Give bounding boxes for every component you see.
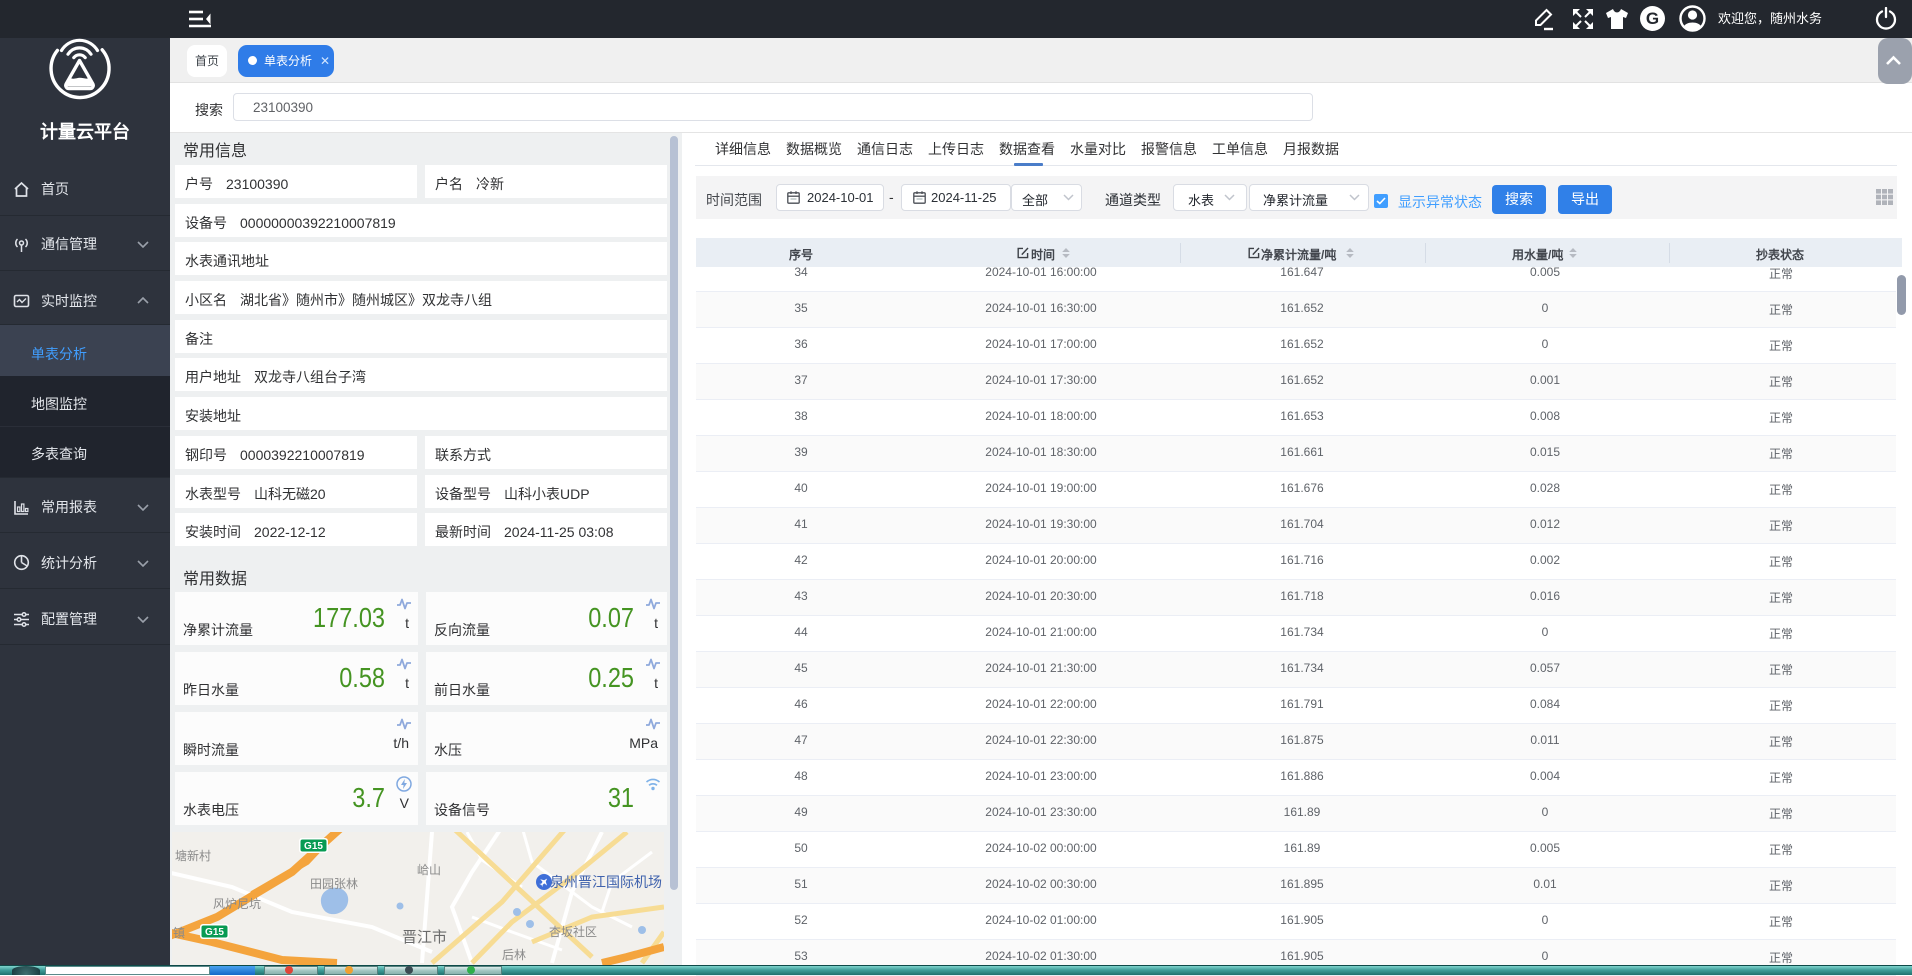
svg-text:G15: G15 xyxy=(304,841,323,852)
svg-text:田园张林: 田园张林 xyxy=(310,877,358,891)
svg-text:风炉尼坑: 风炉尼坑 xyxy=(213,896,261,911)
svg-text:塘新村: 塘新村 xyxy=(175,848,211,863)
svg-text:峆山: 峆山 xyxy=(417,863,441,877)
svg-text:G15: G15 xyxy=(205,927,224,938)
svg-text:镇: 镇 xyxy=(173,926,185,940)
svg-text:晋江市: 晋江市 xyxy=(402,929,447,946)
svg-text:后林: 后林 xyxy=(502,948,526,962)
svg-text:杏坂社区: 杏坂社区 xyxy=(549,924,597,939)
svg-text:泉州晋江国际机场: 泉州晋江国际机场 xyxy=(550,874,662,890)
